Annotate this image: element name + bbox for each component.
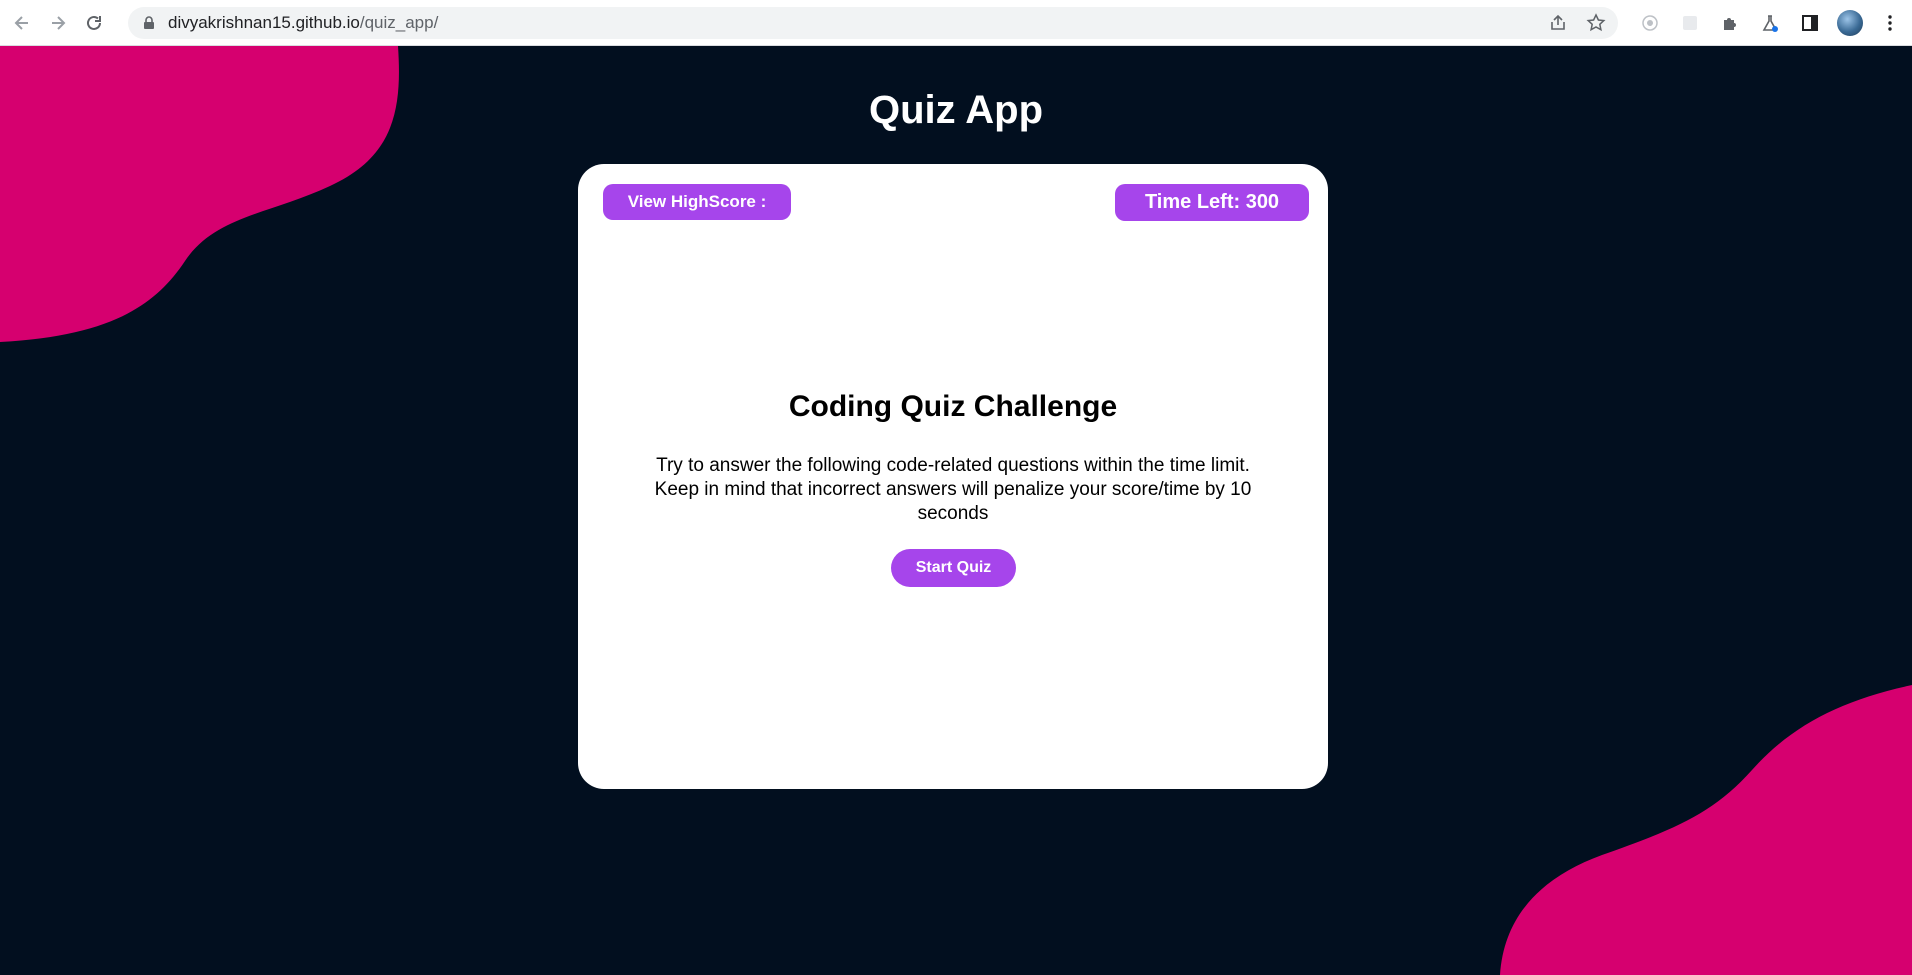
side-panel-icon[interactable] xyxy=(1796,9,1824,37)
page-title: Quiz App xyxy=(868,88,1044,132)
view-highscore-button[interactable]: View HighScore : xyxy=(603,184,791,220)
url-text: divyakrishnan15.github.io/quiz_app/ xyxy=(168,13,438,33)
url-path: /quiz_app/ xyxy=(359,13,439,32)
forward-icon xyxy=(52,15,66,30)
extension-icon[interactable] xyxy=(1676,9,1704,37)
reload-button[interactable] xyxy=(78,7,110,39)
start-quiz-button[interactable]: Start Quiz xyxy=(891,549,1016,587)
bookmark-star-icon[interactable] xyxy=(1584,11,1608,35)
profile-avatar[interactable] xyxy=(1836,9,1864,37)
puzzle-icon[interactable] xyxy=(1716,9,1744,37)
forward-button[interactable] xyxy=(42,7,74,39)
extension-icon[interactable] xyxy=(1636,9,1664,37)
back-icon xyxy=(14,15,28,30)
quiz-card: View HighScore : Time Left: 300 Coding Q… xyxy=(578,164,1328,789)
labs-flask-icon[interactable] xyxy=(1756,9,1784,37)
kebab-menu-icon[interactable] xyxy=(1876,9,1904,37)
reload-icon xyxy=(87,15,101,30)
quiz-description: Try to answer the following code-related… xyxy=(654,455,1252,524)
address-bar[interactable]: divyakrishnan15.github.io/quiz_app/ xyxy=(128,7,1618,39)
quiz-heading: Coding Quiz Challenge xyxy=(788,390,1118,423)
share-icon[interactable] xyxy=(1546,11,1570,35)
lock-icon xyxy=(142,16,156,30)
url-host: divyakrishnan15.github.io xyxy=(168,13,360,32)
browser-toolbar: divyakrishnan15.github.io/quiz_app/ xyxy=(0,0,1912,46)
back-button[interactable] xyxy=(6,7,38,39)
decorative-blob-bottom-right xyxy=(1500,685,1912,975)
time-left-badge: Time Left: 300 xyxy=(1115,184,1309,221)
